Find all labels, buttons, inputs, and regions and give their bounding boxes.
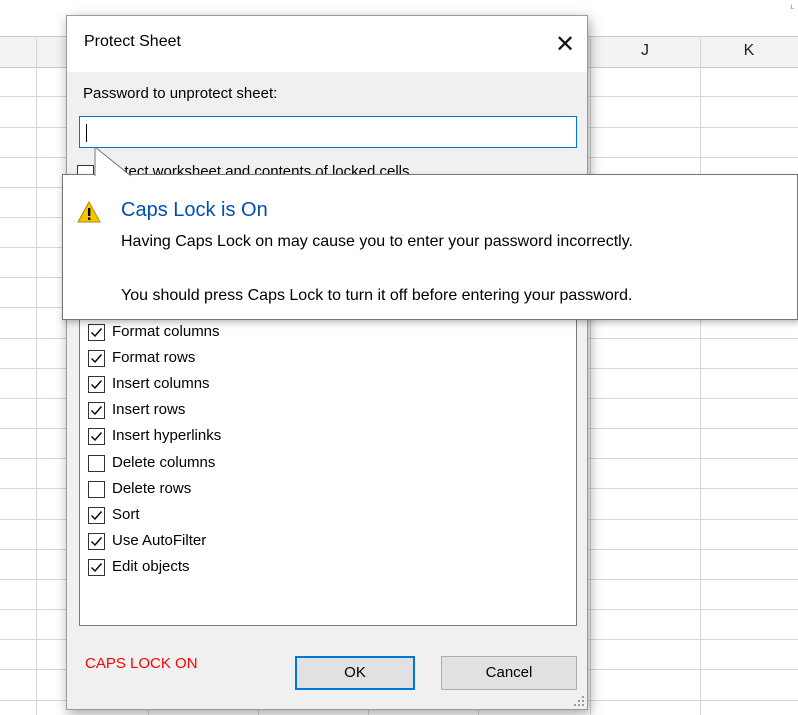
- permission-label: Insert hyperlinks: [112, 427, 222, 445]
- checked-checkbox[interactable]: [88, 350, 105, 368]
- ok-button[interactable]: OK: [295, 656, 415, 690]
- warning-icon: [77, 201, 101, 223]
- column-header-j[interactable]: J: [590, 38, 700, 64]
- resize-grip-icon[interactable]: [573, 695, 585, 707]
- caps-lock-status: CAPS LOCK ON: [85, 655, 198, 672]
- unchecked-checkbox[interactable]: [88, 480, 105, 498]
- permission-label: Insert columns: [112, 375, 210, 393]
- close-button[interactable]: ✕: [543, 16, 587, 72]
- grid-line: [590, 36, 591, 715]
- caps-lock-balloon: Caps Lock is On Having Caps Lock on may …: [62, 147, 798, 320]
- password-label: Password to unprotect sheet:: [83, 85, 278, 102]
- text-caret: [86, 124, 87, 142]
- balloon-message-line-1: Having Caps Lock on may cause you to ent…: [121, 233, 633, 250]
- permissions-list[interactable]: Format columns Format rows Insert columns I…: [79, 313, 577, 626]
- permission-label: Use AutoFilter: [112, 531, 207, 549]
- grid-line: [36, 36, 37, 715]
- checked-checkbox[interactable]: [88, 558, 105, 576]
- permission-label: Delete columns: [112, 453, 216, 471]
- cancel-button[interactable]: Cancel: [441, 656, 577, 690]
- checked-checkbox[interactable]: [88, 324, 105, 341]
- checked-checkbox[interactable]: [88, 402, 105, 420]
- title-bar[interactable]: Protect Sheet ✕: [67, 16, 587, 72]
- close-icon: ✕: [554, 30, 576, 58]
- grid-line: [700, 36, 701, 715]
- column-header-k[interactable]: K: [700, 38, 798, 64]
- permission-label: Format columns: [112, 323, 220, 340]
- checked-checkbox[interactable]: [88, 506, 105, 524]
- corner-mark: ʟ: [790, 2, 794, 11]
- checked-checkbox[interactable]: [88, 376, 105, 394]
- unchecked-checkbox[interactable]: [88, 454, 105, 472]
- dialog-title: Protect Sheet: [84, 33, 181, 50]
- permission-label: Delete rows: [112, 479, 192, 497]
- protect-sheet-dialog: Protect Sheet ✕ Password to unprotect sh…: [66, 15, 588, 710]
- permission-label: Edit objects: [112, 557, 190, 575]
- checked-checkbox[interactable]: [88, 428, 105, 446]
- balloon-tail: [94, 147, 132, 177]
- permission-label: Format rows: [112, 349, 196, 367]
- balloon-title: Caps Lock is On: [121, 199, 268, 221]
- checked-checkbox[interactable]: [88, 532, 105, 550]
- permission-label: Sort: [112, 505, 140, 523]
- password-input[interactable]: [79, 116, 577, 148]
- balloon-message-line-2: You should press Caps Lock to turn it of…: [121, 287, 633, 304]
- permission-label: Insert rows: [112, 401, 186, 419]
